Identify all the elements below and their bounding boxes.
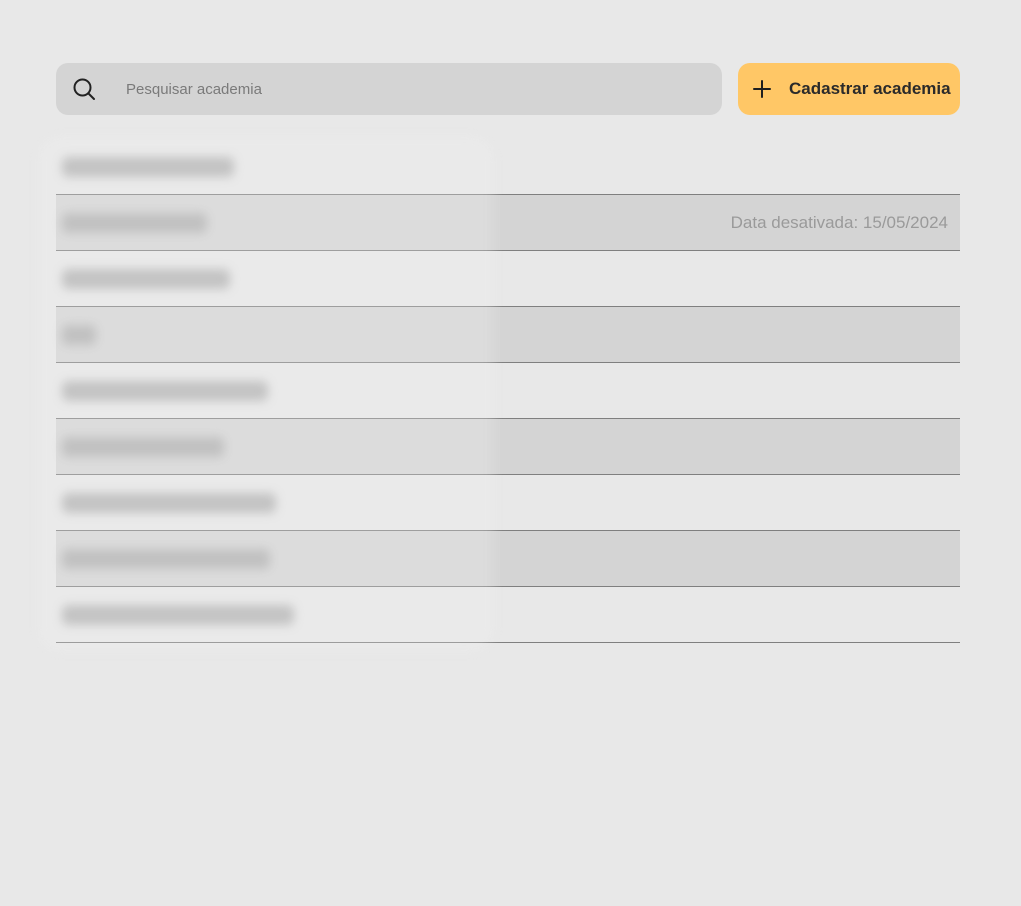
- gym-row[interactable]: [56, 419, 960, 475]
- search-icon: [72, 77, 96, 101]
- gym-row[interactable]: [56, 251, 960, 307]
- gym-name: [62, 269, 230, 289]
- plus-icon: [752, 79, 772, 99]
- gym-row[interactable]: [56, 363, 960, 419]
- search-bar[interactable]: [56, 62, 722, 116]
- gym-row[interactable]: [56, 139, 960, 195]
- gym-row[interactable]: [56, 307, 960, 363]
- gym-row[interactable]: [56, 587, 960, 643]
- gym-name: [62, 493, 276, 513]
- search-input[interactable]: [124, 62, 722, 116]
- gym-row[interactable]: Data desativada: 15/05/2024: [56, 195, 960, 251]
- gym-row[interactable]: [56, 475, 960, 531]
- gym-row[interactable]: [56, 531, 960, 587]
- gym-name: [62, 549, 270, 569]
- gym-status: Data desativada: 15/05/2024: [730, 212, 948, 232]
- gym-name: [62, 381, 268, 401]
- gym-list: Data desativada: 15/05/2024: [56, 139, 960, 643]
- gym-name: [62, 605, 294, 625]
- gym-name: [62, 213, 207, 233]
- gym-name: [62, 325, 96, 345]
- gym-name: [62, 437, 224, 457]
- add-gym-button[interactable]: Cadastrar academia: [738, 63, 960, 115]
- gym-name: [62, 157, 234, 177]
- add-gym-button-label: Cadastrar academia: [789, 79, 951, 98]
